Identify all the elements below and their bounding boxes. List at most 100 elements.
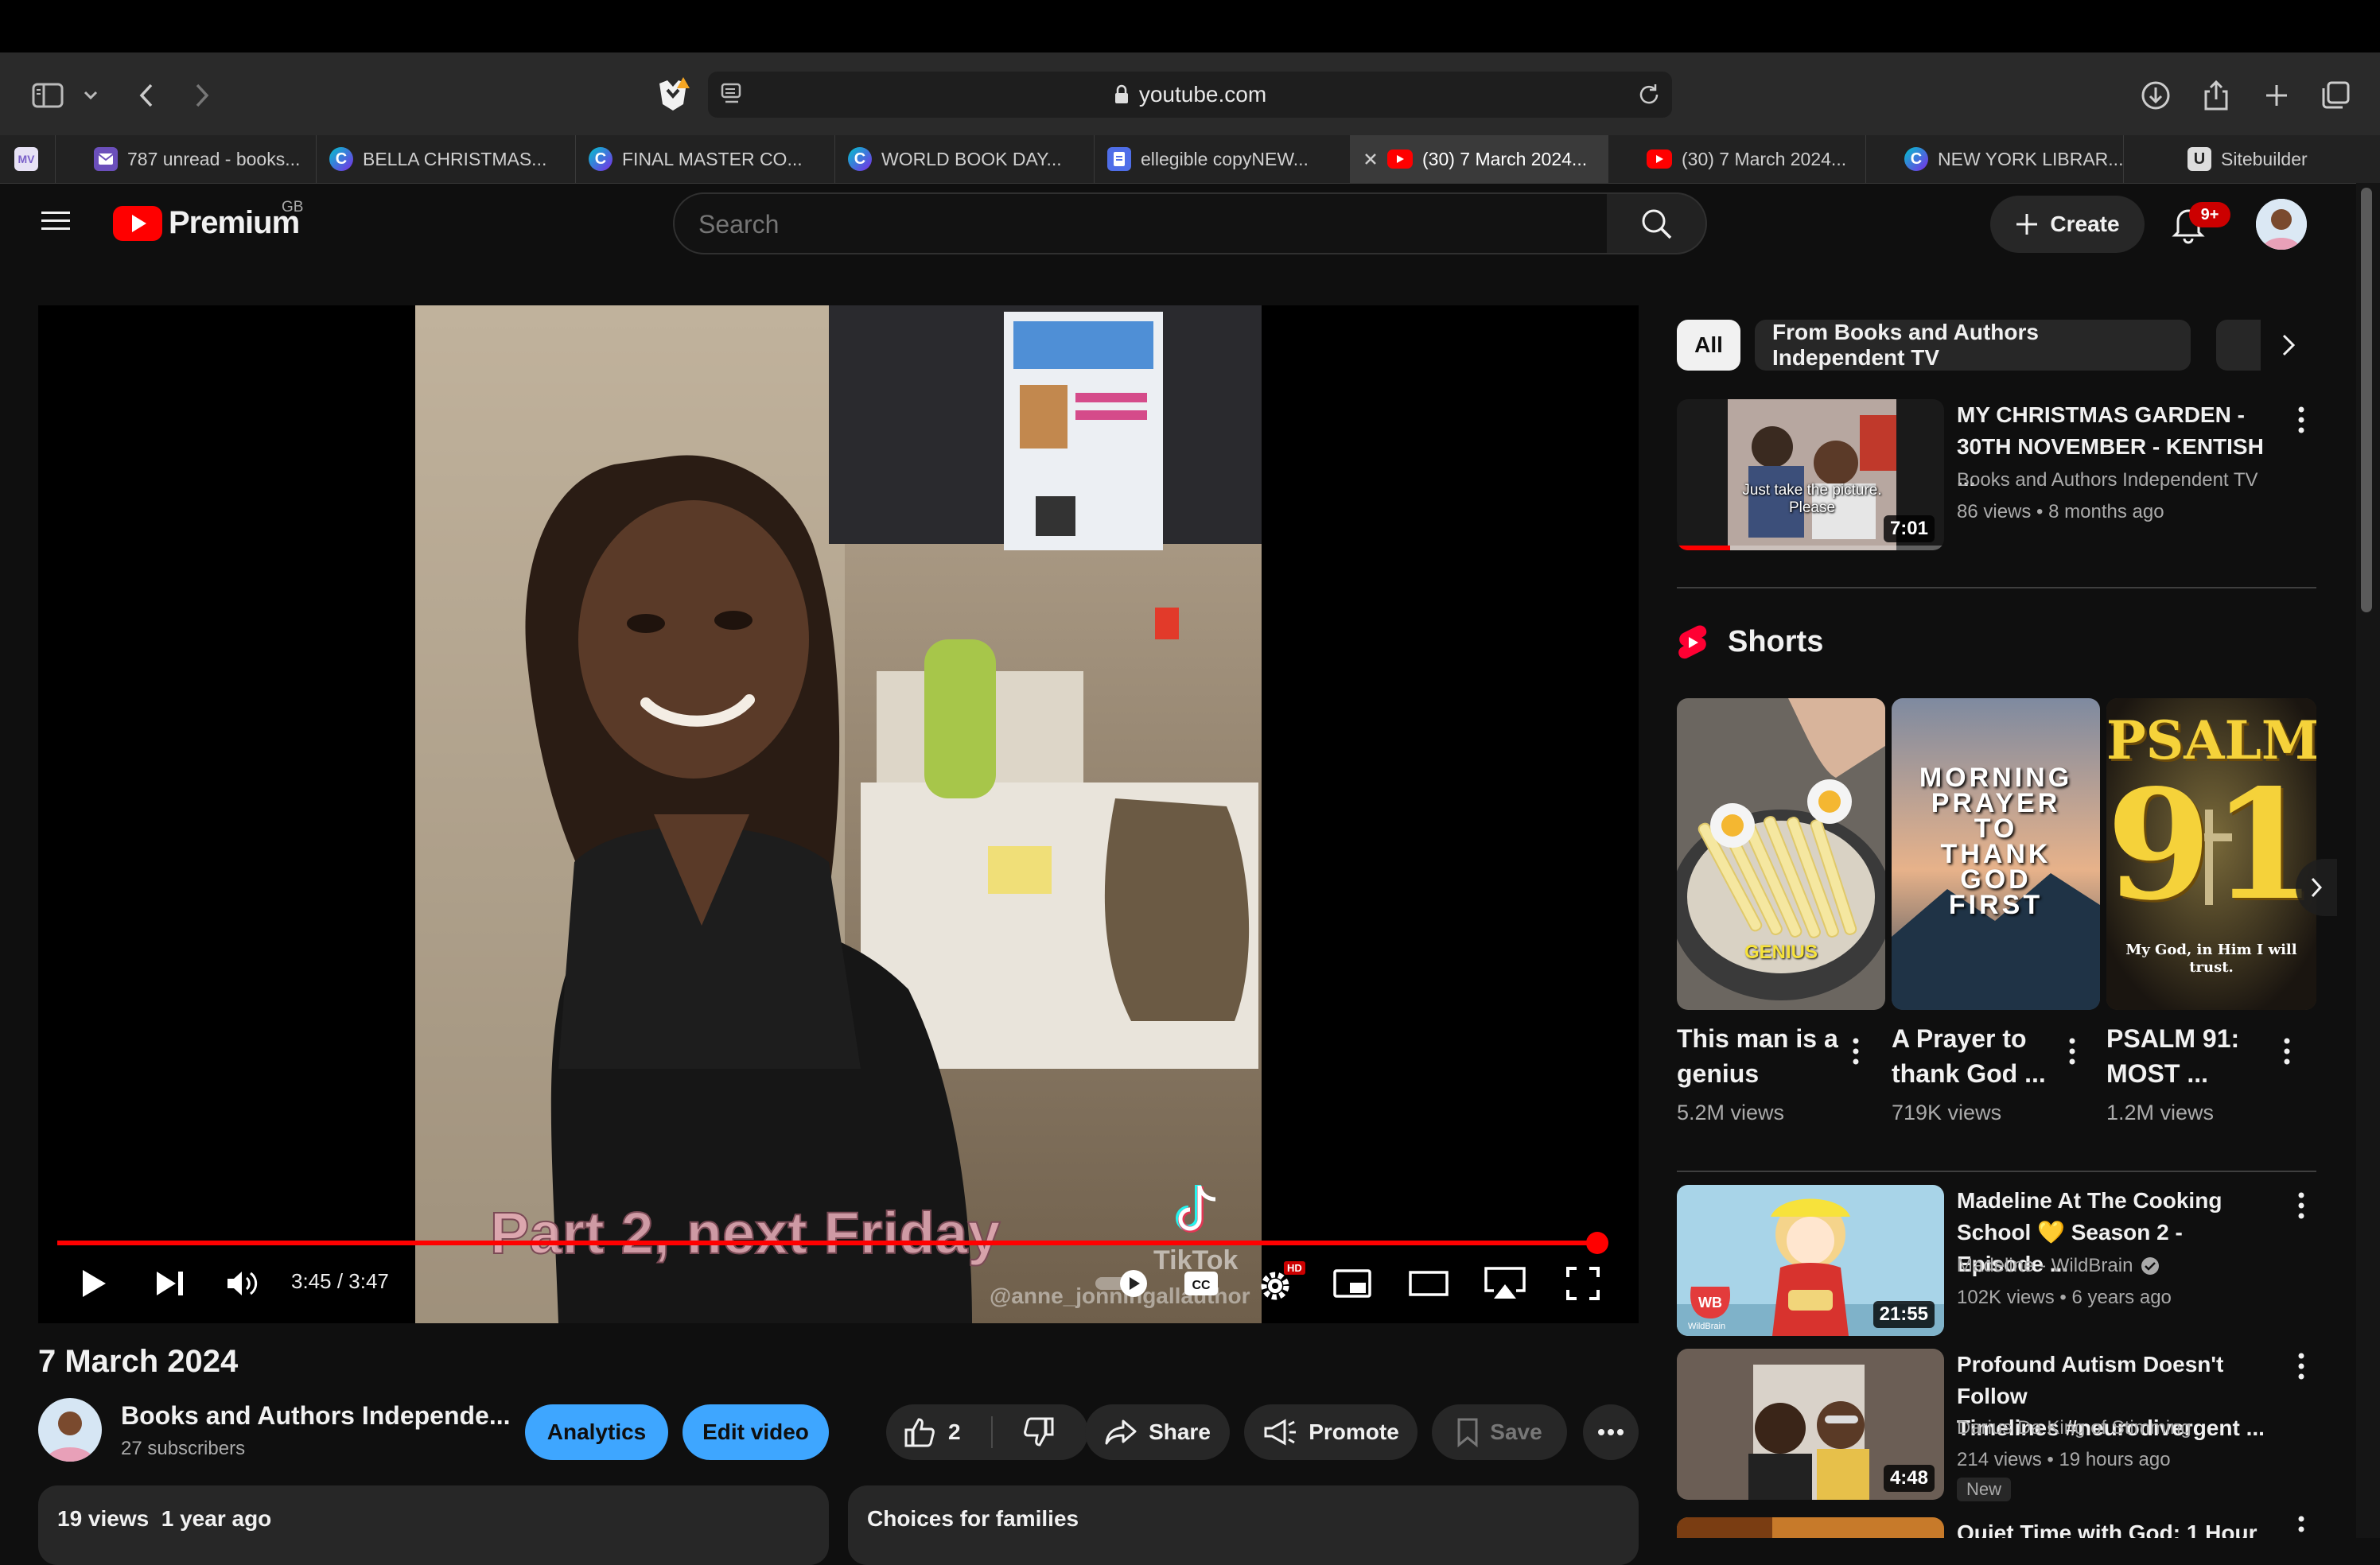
short-thumbnail-2[interactable]: MORNING PRAYER TO THANK GOD FIRST: [1892, 698, 2100, 1010]
play-button[interactable]: [70, 1260, 118, 1307]
mail-icon: [94, 147, 118, 171]
tab-canva-2[interactable]: C FINAL MASTER CO...: [576, 135, 835, 183]
short-thumb-text-1: GENIUS: [1744, 942, 1818, 963]
edit-video-button[interactable]: Edit video: [682, 1404, 829, 1460]
tab-canva-1[interactable]: C BELLA CHRISTMAS...: [317, 135, 576, 183]
back-icon[interactable]: [124, 73, 169, 118]
shield-extension-icon[interactable]: [651, 73, 695, 118]
rec-channel[interactable]: Darius Da King of Stimming: [1957, 1412, 2291, 1444]
volume-button[interactable]: [220, 1260, 267, 1307]
tab-sitebuilder[interactable]: U Sitebuilder: [2124, 135, 2380, 183]
theater-mode-button[interactable]: [1405, 1260, 1452, 1307]
chevron-right-icon: [2310, 876, 2323, 899]
short-title-2[interactable]: A Prayer to thank God ...: [1892, 1021, 2059, 1091]
new-tab-icon[interactable]: [2254, 73, 2299, 118]
address-bar[interactable]: youtube.com: [708, 72, 1672, 118]
next-video-button[interactable]: [146, 1260, 194, 1307]
miniplayer-button[interactable]: [1328, 1260, 1376, 1307]
analytics-button[interactable]: Analytics: [525, 1404, 668, 1460]
watched-progress-fill: [1677, 546, 1730, 550]
svg-text:WB: WB: [1698, 1295, 1722, 1311]
short-thumbnail-1[interactable]: GENIUS: [1677, 698, 1885, 1010]
scrollbar-thumb[interactable]: [2361, 188, 2372, 612]
youtube-premium-logo[interactable]: Premium: [113, 205, 300, 241]
progress-scrubber[interactable]: [1586, 1232, 1608, 1254]
rec-more-icon[interactable]: [2289, 1349, 2313, 1384]
short-more-icon[interactable]: [2275, 1034, 2299, 1069]
rec-duration: 4:48: [1883, 1465, 1935, 1492]
short-thumb-text-3: PSALM 91: [2106, 709, 2316, 934]
pinned-tab-icon: MV: [14, 147, 38, 171]
tab-youtube-active[interactable]: (30) 7 March 2024...: [1351, 135, 1608, 183]
share-button[interactable]: Share: [1085, 1404, 1230, 1460]
create-button[interactable]: Create: [1990, 196, 2145, 253]
forward-icon[interactable]: [180, 73, 224, 118]
chip-from-channel[interactable]: From Books and Authors Independent TV: [1755, 320, 2191, 371]
dislike-button[interactable]: [1023, 1417, 1055, 1447]
rec-more-icon[interactable]: [2289, 1188, 2313, 1223]
short-more-icon[interactable]: [2060, 1034, 2084, 1069]
docs-icon: [1107, 147, 1131, 171]
menu-bar: [0, 0, 2380, 52]
rec-thumbnail[interactable]: WB WildBrain 21:55: [1677, 1185, 1944, 1336]
downloads-icon[interactable]: [2133, 73, 2178, 118]
video-player[interactable]: [38, 305, 1639, 1323]
chip-all[interactable]: All: [1677, 320, 1740, 371]
rec-thumbnail[interactable]: [1677, 1517, 1944, 1538]
search-button[interactable]: [1607, 192, 1707, 254]
pinned-tab[interactable]: MV: [0, 135, 56, 183]
short-more-icon[interactable]: [1844, 1034, 1868, 1069]
tab-canva-4[interactable]: C NEW YORK LIBRAR...: [1866, 135, 2124, 183]
fullscreen-button[interactable]: [1559, 1260, 1607, 1307]
tab-docs[interactable]: ellegible copyNEW...: [1095, 135, 1351, 183]
bookmark-icon: [1456, 1417, 1479, 1447]
rec-channel[interactable]: Madeline - WildBrain: [1957, 1250, 2291, 1282]
rec-thumbnail[interactable]: 4:48: [1677, 1349, 1944, 1500]
captions-button[interactable]: CC: [1177, 1260, 1225, 1307]
divider: [1677, 587, 2316, 588]
chips-next-button[interactable]: [2261, 320, 2316, 371]
search-box[interactable]: [673, 192, 1608, 254]
channel-avatar[interactable]: [38, 1398, 102, 1462]
rec-meta: 86 views • 8 months ago: [1957, 501, 2164, 522]
progress-bar[interactable]: [57, 1241, 1597, 1245]
tab-overview-icon[interactable]: [2313, 73, 2358, 118]
subscriber-count: 27 subscribers: [121, 1438, 246, 1459]
shorts-heading: Shorts: [1728, 625, 1824, 658]
tab-mail[interactable]: 787 unread - books...: [81, 135, 317, 183]
logo-text: Premium: [169, 205, 300, 240]
rec-title[interactable]: Quiet Time with God: 1 Hour: [1957, 1517, 2275, 1538]
tiktok-logo-icon: [1174, 1182, 1222, 1237]
like-button[interactable]: 2: [904, 1417, 961, 1447]
description-stats: 19 views 1 year ago: [57, 1506, 272, 1531]
search-icon: [1639, 207, 1673, 240]
sidebar-toggle-icon[interactable]: [25, 73, 70, 118]
airplay-button[interactable]: [1481, 1260, 1529, 1307]
like-dislike-group: 2: [886, 1404, 1088, 1460]
svg-text:CC: CC: [1192, 1279, 1211, 1292]
short-thumb-text-2: MORNING PRAYER TO THANK GOD FIRST: [1919, 763, 2073, 920]
reload-icon[interactable]: [1635, 81, 1664, 110]
short-title-1[interactable]: This man is a genius: [1677, 1021, 1844, 1091]
tab-youtube[interactable]: (30) 7 March 2024...: [1608, 135, 1866, 183]
channel-name[interactable]: Books and Authors Independe...: [121, 1401, 511, 1431]
more-actions-button[interactable]: [1583, 1404, 1639, 1460]
close-tab-icon[interactable]: [1363, 152, 1378, 166]
tab-canva-3[interactable]: C WORLD BOOK DAY...: [835, 135, 1095, 183]
chevron-down-icon[interactable]: [76, 73, 105, 118]
short-thumbnail-3[interactable]: PSALM 91 My God, in Him I will trust.: [2106, 698, 2316, 1010]
share-icon[interactable]: [2194, 73, 2238, 118]
promote-button[interactable]: Promote: [1244, 1404, 1418, 1460]
hamburger-menu-icon[interactable]: [40, 208, 75, 237]
rec-more-icon[interactable]: [2289, 1516, 2313, 1538]
rec-channel[interactable]: Books and Authors Independent TV: [1957, 464, 2291, 496]
rec-more-icon[interactable]: [2289, 402, 2313, 437]
avatar[interactable]: [2256, 199, 2307, 250]
search-input[interactable]: [697, 194, 1575, 254]
rec-meta: 102K views • 6 years ago: [1957, 1287, 2172, 1308]
save-button[interactable]: Save: [1432, 1404, 1567, 1460]
autoplay-toggle[interactable]: [1090, 1260, 1161, 1307]
rec-thumbnail[interactable]: Just take the picture. Please 7:01: [1677, 399, 1944, 550]
verified-check-icon: [2141, 1256, 2160, 1276]
short-title-3[interactable]: PSALM 91: MOST ...: [2106, 1021, 2273, 1091]
